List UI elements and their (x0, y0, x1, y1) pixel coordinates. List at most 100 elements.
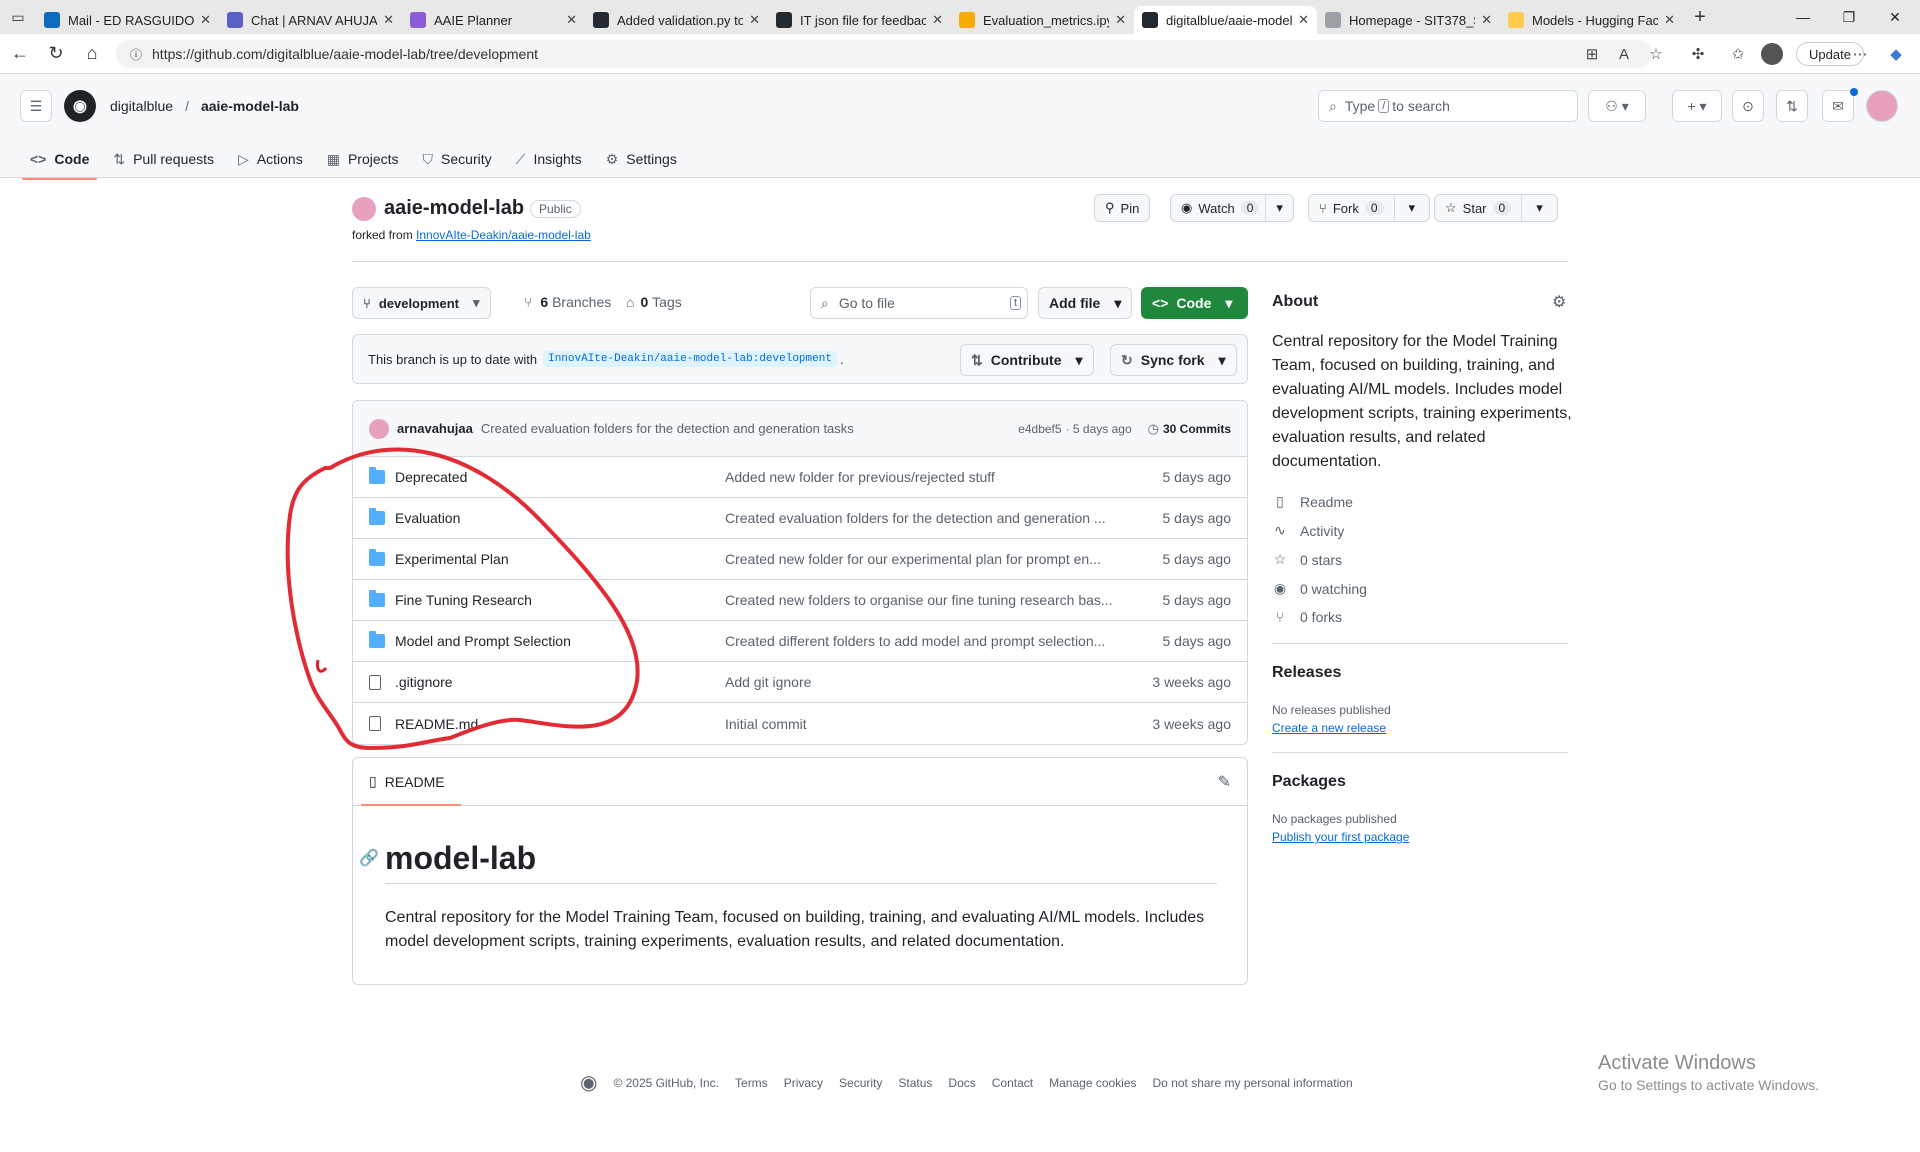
create-release-link[interactable]: Create a new release (1272, 721, 1386, 735)
tab-insights[interactable]: ⟋ Insights (504, 140, 594, 178)
tab-projects[interactable]: ▦ Projects (315, 140, 411, 178)
fork-button[interactable]: ⑂ Fork 0 ▾ (1308, 194, 1431, 222)
table-row[interactable]: Model and Prompt Selection Created differ… (353, 621, 1247, 662)
tab-actions[interactable]: ▷ Actions (226, 140, 315, 178)
copilot-icon[interactable]: ◆ (1884, 42, 1908, 66)
table-row[interactable]: Evaluation Created evaluation folders for… (353, 498, 1247, 539)
browser-tab[interactable]: Models - Hugging Face ✕ (1500, 6, 1683, 34)
sidebar-watching-link[interactable]: ◉ 0 watching (1272, 580, 1367, 597)
packages-title[interactable]: Packages (1272, 773, 1346, 791)
table-row[interactable]: .gitignore Add git ignore 3 weeks ago (353, 662, 1247, 703)
footer-link[interactable]: Terms (735, 1076, 768, 1090)
publish-package-link[interactable]: Publish your first package (1272, 830, 1409, 844)
add-file-button[interactable]: Add file ▾ (1038, 287, 1133, 319)
file-commit-message[interactable]: Created new folder for our experimental … (725, 551, 1163, 567)
close-tab-icon[interactable]: ✕ (1298, 12, 1309, 28)
close-tab-icon[interactable]: ✕ (1664, 12, 1675, 28)
close-tab-icon[interactable]: ✕ (383, 12, 394, 28)
commits-link[interactable]: 30 Commits (1163, 422, 1231, 436)
back-icon[interactable]: ← (2, 36, 38, 72)
search-input[interactable]: ⌕ Type / to search (1318, 90, 1578, 122)
home-icon[interactable]: ⌂ (74, 36, 110, 72)
owner-link[interactable]: digitalblue (110, 98, 173, 114)
restore-icon[interactable]: ❐ (1826, 0, 1872, 34)
browser-tab[interactable]: IT json file for feedback ✕ (768, 6, 951, 34)
close-tab-icon[interactable]: ✕ (200, 12, 211, 28)
commit-sha[interactable]: e4dbef5 (1018, 422, 1061, 436)
file-name-link[interactable]: Model and Prompt Selection (395, 633, 571, 649)
file-name-link[interactable]: Deprecated (395, 469, 467, 485)
watch-dropdown-icon[interactable]: ▾ (1265, 195, 1293, 221)
extensions-icon[interactable]: ✣ (1686, 42, 1710, 66)
pull-requests-icon[interactable]: ⇅ (1776, 90, 1808, 122)
file-commit-message[interactable]: Created evaluation folders for the detec… (725, 510, 1163, 526)
footer-link[interactable]: Security (839, 1076, 882, 1090)
repo-link[interactable]: aaie-model-lab (201, 98, 299, 114)
branch-selector[interactable]: ⑂ development ▾ (352, 287, 491, 319)
reload-icon[interactable]: ↻ (38, 36, 74, 72)
repo-title[interactable]: aaie-model-lab (384, 197, 524, 220)
close-tab-icon[interactable]: ✕ (566, 12, 577, 28)
favorites-icon[interactable]: ✩ (1726, 42, 1750, 66)
browser-tab[interactable]: AAIE Planner ✕ (402, 6, 585, 34)
tab-security[interactable]: ⛉ Security (411, 140, 504, 178)
branches-link[interactable]: ⑂ 6 Branches (524, 294, 611, 310)
file-name-link[interactable]: Evaluation (395, 510, 460, 526)
browser-tab[interactable]: Chat | ARNAV AHUJA, \ ✕ (219, 6, 402, 34)
footer-link[interactable]: Status (898, 1076, 932, 1090)
favorite-star-icon[interactable]: ☆ (1644, 42, 1668, 66)
sync-fork-button[interactable]: ↻ Sync fork ▾ (1110, 344, 1237, 376)
file-commit-message[interactable]: Added new folder for previous/rejected s… (725, 469, 1163, 485)
contribute-button[interactable]: ⇅ Contribute ▾ (960, 344, 1094, 376)
read-aloud-icon[interactable]: A (1612, 42, 1636, 66)
footer-link[interactable]: Manage cookies (1049, 1076, 1136, 1090)
sidebar-activity-link[interactable]: ∿ Activity (1272, 522, 1344, 539)
footer-link[interactable]: Do not share my personal information (1153, 1076, 1353, 1090)
file-commit-message[interactable]: Initial commit (725, 716, 1152, 732)
address-bar[interactable]: ⓘ https://github.com/digitalblue/aaie-mo… (116, 40, 1652, 68)
browser-tab[interactable]: Added validation.py to ✕ (585, 6, 768, 34)
inbox-icon[interactable]: ✉ (1822, 90, 1854, 122)
github-logo-icon[interactable]: ◉ (64, 90, 96, 122)
tab-settings[interactable]: ⚙ Settings (594, 140, 689, 178)
file-name-link[interactable]: Fine Tuning Research (395, 592, 532, 608)
browser-tab[interactable]: Mail - ED RASGUIDO - ✕ (36, 6, 219, 34)
app-available-icon[interactable]: ⊞ (1580, 42, 1604, 66)
table-row[interactable]: Experimental Plan Created new folder for … (353, 539, 1247, 580)
about-settings-gear-icon[interactable]: ⚙ (1552, 292, 1566, 312)
footer-link[interactable]: Docs (948, 1076, 975, 1090)
table-row[interactable]: README.md Initial commit 3 weeks ago (353, 703, 1247, 744)
table-row[interactable]: Fine Tuning Research Created new folders … (353, 580, 1247, 621)
close-tab-icon[interactable]: ✕ (1115, 12, 1126, 28)
tab-code[interactable]: <> Code (18, 140, 101, 180)
sidebar-stars-link[interactable]: ☆ 0 stars (1272, 551, 1342, 568)
tab-actions-icon[interactable]: ▭ (0, 0, 36, 34)
close-tab-icon[interactable]: ✕ (749, 12, 760, 28)
close-window-icon[interactable]: ✕ (1872, 0, 1918, 34)
more-menu-icon[interactable]: ⋯ (1848, 42, 1872, 66)
table-row[interactable]: Deprecated Added new folder for previous/… (353, 457, 1247, 498)
footer-link[interactable]: Contact (992, 1076, 1033, 1090)
code-button[interactable]: <> Code ▾ (1141, 287, 1248, 319)
site-info-icon[interactable]: ⓘ (130, 46, 142, 63)
file-commit-message[interactable]: Created different folders to add model a… (725, 633, 1163, 649)
releases-title[interactable]: Releases (1272, 664, 1341, 682)
commit-message[interactable]: Created evaluation folders for the detec… (481, 421, 1018, 436)
star-dropdown-icon[interactable]: ▾ (1521, 195, 1557, 221)
copilot-button[interactable]: ⚇ ▾ (1588, 90, 1646, 122)
edit-pencil-icon[interactable]: ✎ (1218, 772, 1231, 792)
watch-button[interactable]: ◉ Watch 0 ▾ (1170, 194, 1294, 222)
close-tab-icon[interactable]: ✕ (932, 12, 943, 28)
sync-ref-link[interactable]: InnovAIte-Deakin/aaie-model-lab:developm… (543, 351, 837, 367)
fork-dropdown-icon[interactable]: ▾ (1393, 195, 1430, 221)
file-commit-message[interactable]: Created new folders to organise our fine… (725, 592, 1163, 608)
file-name-link[interactable]: README.md (395, 716, 478, 732)
profile-avatar[interactable] (1760, 42, 1784, 66)
sidebar-readme-link[interactable]: ▯ Readme (1272, 493, 1353, 510)
minimize-icon[interactable]: — (1780, 0, 1826, 34)
github-mark-icon[interactable]: ◉ (580, 1070, 597, 1095)
star-button[interactable]: ☆ Star 0 ▾ (1434, 194, 1558, 222)
sidebar-forks-link[interactable]: ⑂ 0 forks (1272, 609, 1342, 625)
anchor-link-icon[interactable]: 🔗 (359, 848, 379, 868)
pin-button[interactable]: ⚲ Pin (1094, 194, 1151, 222)
